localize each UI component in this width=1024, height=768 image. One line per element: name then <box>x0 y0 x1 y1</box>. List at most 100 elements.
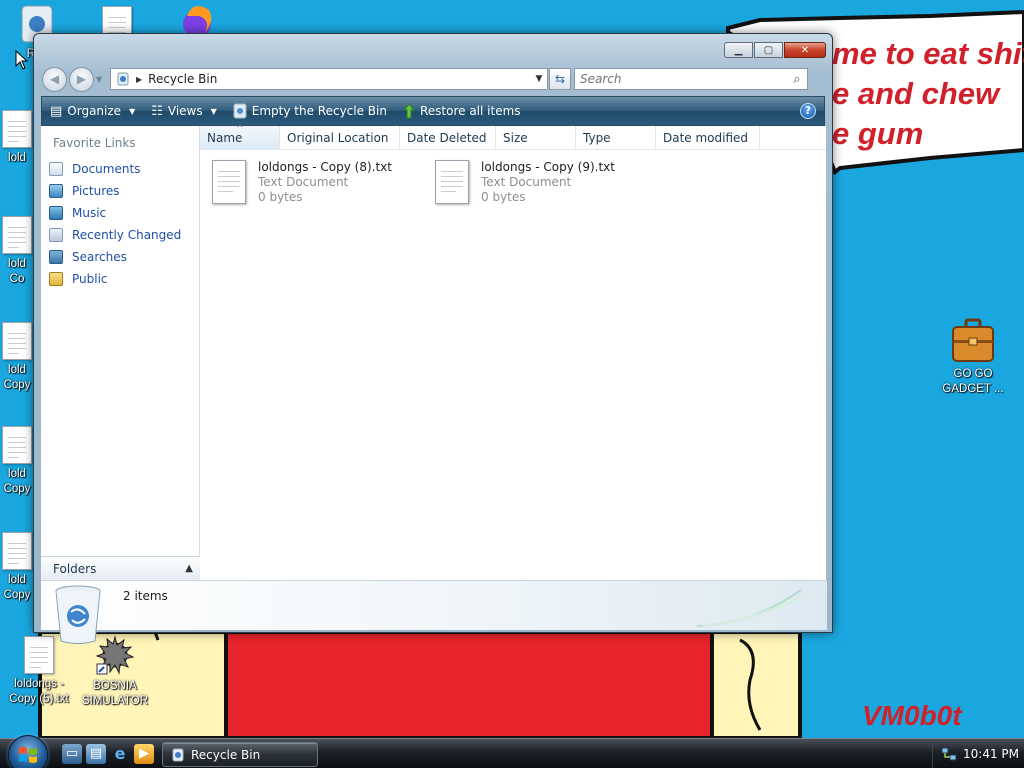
recently-changed-icon <box>49 228 63 242</box>
help-button[interactable]: ? <box>800 103 816 119</box>
chevron-down-icon: ▼ <box>210 106 217 116</box>
recycle-bin-small-icon <box>172 748 184 761</box>
nav-link-pictures[interactable]: Pictures <box>41 180 199 202</box>
nav-link-music[interactable]: Music <box>41 202 199 224</box>
refresh-button[interactable]: ⇆ <box>549 68 571 90</box>
desktop-icon-loldongs-copy-5[interactable]: loldongs - Copy (5).txt <box>2 636 76 707</box>
network-icon[interactable] <box>941 747 957 761</box>
minimize-button[interactable]: ▁ <box>724 42 753 58</box>
media-player-icon[interactable]: ▶ <box>134 744 154 764</box>
back-button[interactable]: ◀ <box>42 66 67 92</box>
views-menu[interactable]: ☷ Views ▼ <box>143 97 225 125</box>
column-headers: Name Original Location Date Deleted Size… <box>200 117 826 150</box>
file-item[interactable]: loldongs - Copy (9).txt Text Document 0 … <box>435 160 615 205</box>
refresh-icon: ⇆ <box>554 72 566 86</box>
restore-arrow-icon <box>402 103 415 119</box>
start-button[interactable] <box>8 735 48 768</box>
column-header-date-deleted[interactable]: Date Deleted <box>400 126 496 150</box>
file-size: 0 bytes <box>258 190 303 204</box>
text-document-icon <box>24 636 54 674</box>
briefcase-icon <box>952 318 994 362</box>
taskbar-button-recycle-bin[interactable]: Recycle Bin <box>162 742 318 767</box>
text-document-icon <box>2 110 32 148</box>
text-document-icon <box>2 426 32 464</box>
help-icon: ? <box>804 104 812 117</box>
bubble-line-3: e gum <box>832 116 924 151</box>
bubble-line-1: me to eat shit <box>832 36 1024 71</box>
switch-windows-icon[interactable]: ▤ <box>86 744 106 764</box>
address-dropdown-icon[interactable]: ▼ <box>531 74 547 84</box>
navigation-bar: ◀ ▶ ▼ ▶ Recycle Bin ▼ ⇆ ⌕ <box>42 66 824 92</box>
column-header-original-location[interactable]: Original Location <box>280 126 400 150</box>
command-bar: ▤ Organize ▼ ☷ Views ▼ Empty the Recycle… <box>41 96 825 126</box>
address-bar[interactable]: ▶ Recycle Bin ▼ <box>110 68 548 90</box>
caption-buttons: ▁ ▢ ✕ <box>724 42 826 58</box>
text-document-icon <box>2 216 32 254</box>
quick-launch: ▭ ▤ e ▶ <box>62 744 158 764</box>
empty-recycle-bin-button[interactable]: Empty the Recycle Bin <box>225 97 395 125</box>
column-header-date-modified[interactable]: Date modified <box>656 126 760 150</box>
organize-menu[interactable]: ▤ Organize ▼ <box>42 97 143 125</box>
back-arrow-icon: ◀ <box>49 72 60 86</box>
item-count: 2 items <box>123 589 168 603</box>
recycle-bin-large-icon <box>55 585 101 644</box>
clock[interactable]: 10:41 PM <box>963 747 1019 761</box>
search-box[interactable]: ⌕ <box>574 68 808 90</box>
music-icon <box>49 206 63 220</box>
file-type: Text Document <box>481 175 572 189</box>
documents-icon <box>49 162 63 176</box>
text-document-icon <box>212 160 246 204</box>
organize-icon: ▤ <box>50 103 63 119</box>
desktop-icon-go-go-gadget[interactable]: GO GO GADGET ... <box>936 318 1010 397</box>
windows-logo-icon <box>19 747 37 763</box>
details-pane: 2 items <box>41 580 827 644</box>
decorative-swoosh <box>696 589 806 628</box>
nav-link-public[interactable]: Public <box>41 268 199 290</box>
close-icon: ✕ <box>800 44 810 56</box>
bubble-line-2: e and chew <box>832 76 1000 111</box>
taskbar: ▭ ▤ e ▶ Recycle Bin 10:41 PM <box>0 735 1024 768</box>
column-header-name[interactable]: Name <box>200 117 280 150</box>
text-document-icon <box>2 532 32 570</box>
wallpaper-signature: VM0b0t <box>862 700 962 731</box>
search-input[interactable] <box>580 72 787 86</box>
show-desktop-icon[interactable]: ▭ <box>62 744 82 764</box>
internet-explorer-icon[interactable]: e <box>110 744 130 764</box>
chevron-down-icon: ▼ <box>96 74 103 84</box>
file-size: 0 bytes <box>481 190 526 204</box>
chevron-up-icon: ▲ <box>185 563 193 574</box>
nav-link-documents[interactable]: Documents <box>41 158 199 180</box>
maximize-icon: ▢ <box>763 44 774 56</box>
recycle-bin-window[interactable]: ▁ ▢ ✕ ◀ ▶ ▼ ▶ Recycle Bin ▼ ⇆ ⌕ ▤ Organi… <box>33 33 833 644</box>
column-header-type[interactable]: Type <box>576 126 656 150</box>
nav-link-recently-changed[interactable]: Recently Changed <box>41 224 199 246</box>
chevron-down-icon: ▼ <box>129 106 136 116</box>
navigation-pane: Favorite Links Documents Pictures Music … <box>41 126 200 556</box>
file-item[interactable]: loldongs - Copy (8).txt Text Document 0 … <box>212 160 392 205</box>
file-name: loldongs - Copy (9).txt <box>481 160 615 174</box>
restore-all-items-button[interactable]: Restore all items <box>395 97 529 125</box>
text-document-icon <box>2 322 32 360</box>
file-list[interactable]: Name Original Location Date Deleted Size… <box>200 117 826 580</box>
recycle-bin-small-icon <box>117 72 129 86</box>
column-header-size[interactable]: Size <box>496 126 576 150</box>
forward-arrow-icon: ▶ <box>76 72 87 86</box>
nav-link-searches[interactable]: Searches <box>41 246 199 268</box>
forward-button[interactable]: ▶ <box>69 66 94 92</box>
file-name: loldongs - Copy (8).txt <box>258 160 392 174</box>
maximize-button[interactable]: ▢ <box>754 42 783 58</box>
file-type: Text Document <box>258 175 349 189</box>
searches-icon <box>49 250 63 264</box>
breadcrumb-separator-icon: ▶ <box>136 74 143 84</box>
views-icon: ☷ <box>151 103 163 119</box>
search-icon[interactable]: ⌕ <box>787 72 807 87</box>
system-tray: 10:41 PM <box>932 739 1024 768</box>
breadcrumb-recycle-bin[interactable]: Recycle Bin <box>148 72 531 86</box>
folders-toggle[interactable]: Folders ▲ <box>41 556 200 580</box>
pictures-icon <box>49 184 63 198</box>
close-button[interactable]: ✕ <box>784 42 826 58</box>
recent-pages-dropdown[interactable]: ▼ <box>96 75 106 84</box>
text-document-icon <box>435 160 469 204</box>
public-folder-icon <box>49 272 63 286</box>
favorite-links-header: Favorite Links <box>53 136 136 150</box>
